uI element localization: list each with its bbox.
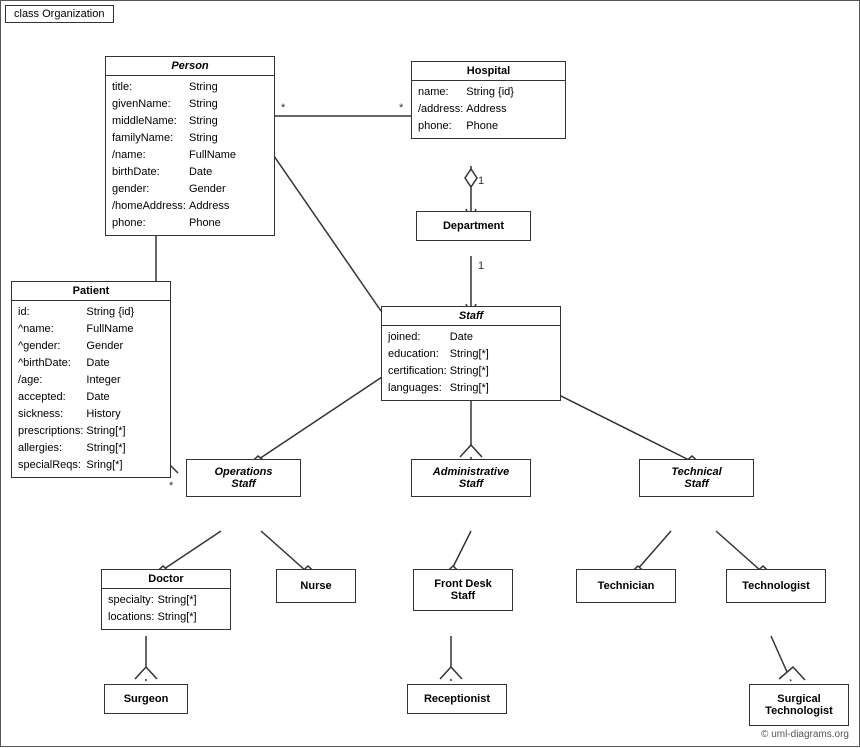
- hospital-class: Hospital name:String {id} /address:Addre…: [411, 61, 566, 139]
- technologist-title: Technologist: [742, 580, 810, 592]
- doctor-class: Doctor specialty:String[*] locations:Str…: [101, 569, 231, 630]
- person-title: Person: [106, 57, 274, 76]
- patient-title: Patient: [12, 282, 170, 301]
- surgical-technologist-class: SurgicalTechnologist: [749, 684, 849, 726]
- svg-text:*: *: [281, 102, 286, 114]
- surgeon-title: Surgeon: [124, 693, 169, 705]
- operations-staff-class: OperationsStaff: [186, 459, 301, 497]
- staff-title: Staff: [382, 307, 560, 326]
- operations-staff-title: OperationsStaff: [214, 466, 272, 490]
- svg-text:*: *: [169, 480, 174, 492]
- title-text: class Organization: [14, 8, 105, 20]
- front-desk-staff-title: Front DeskStaff: [434, 578, 491, 602]
- svg-text:1: 1: [478, 175, 484, 187]
- doctor-attrs: specialty:String[*] locations:String[*]: [102, 589, 230, 629]
- patient-attrs: id:String {id} ^name:FullName ^gender:Ge…: [12, 301, 170, 477]
- nurse-title: Nurse: [300, 580, 331, 592]
- nurse-class: Nurse: [276, 569, 356, 603]
- svg-text:*: *: [399, 102, 404, 114]
- staff-class: Staff joined:Date education:String[*] ce…: [381, 306, 561, 401]
- technician-class: Technician: [576, 569, 676, 603]
- staff-attrs: joined:Date education:String[*] certific…: [382, 326, 560, 400]
- diagram-container: class Organization * * 1 * 1 * *: [0, 0, 860, 747]
- hospital-attrs: name:String {id} /address:Address phone:…: [412, 81, 565, 138]
- technical-staff-title: TechnicalStaff: [671, 466, 721, 490]
- administrative-staff-class: AdministrativeStaff: [411, 459, 531, 497]
- doctor-title: Doctor: [102, 570, 230, 589]
- technologist-class: Technologist: [726, 569, 826, 603]
- hospital-title: Hospital: [412, 62, 565, 81]
- receptionist-class: Receptionist: [407, 684, 507, 714]
- person-attrs: title:String givenName:String middleName…: [106, 76, 274, 235]
- department-class: Department: [416, 211, 531, 241]
- surgeon-class: Surgeon: [104, 684, 188, 714]
- surgical-technologist-title: SurgicalTechnologist: [765, 693, 833, 717]
- copyright: © uml-diagrams.org: [761, 729, 849, 740]
- person-class: Person title:String givenName:String mid…: [105, 56, 275, 236]
- receptionist-title: Receptionist: [424, 693, 490, 705]
- technical-staff-class: TechnicalStaff: [639, 459, 754, 497]
- administrative-staff-title: AdministrativeStaff: [433, 466, 509, 490]
- department-title: Department: [443, 220, 504, 232]
- svg-text:1: 1: [478, 260, 484, 272]
- front-desk-staff-class: Front DeskStaff: [413, 569, 513, 611]
- diagram-title: class Organization: [5, 5, 114, 23]
- technician-title: Technician: [598, 580, 655, 592]
- patient-class: Patient id:String {id} ^name:FullName ^g…: [11, 281, 171, 478]
